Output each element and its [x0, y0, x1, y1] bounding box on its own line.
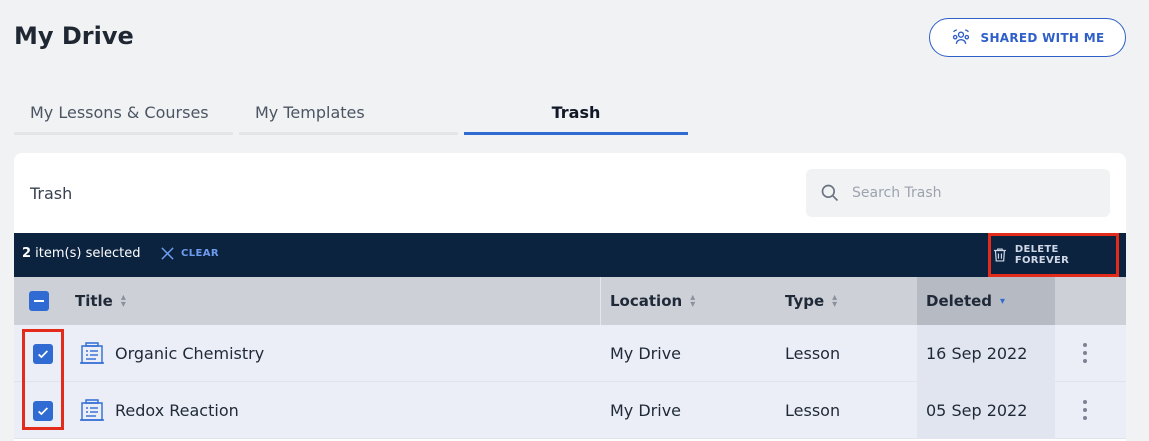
select-all-checkbox[interactable] — [29, 291, 49, 311]
delete-forever-label: DELETE FOREVER — [1014, 244, 1070, 266]
row-checkbox[interactable] — [33, 401, 53, 421]
delete-forever-button[interactable]: DELETE FOREVER — [988, 233, 1119, 277]
row-deleted-date: 05 Sep 2022 — [926, 401, 1028, 420]
shared-with-me-label: SHARED WITH ME — [980, 30, 1105, 45]
row-deleted-date: 16 Sep 2022 — [926, 344, 1028, 363]
trash-panel: Trash 2 item(s) selected CLEAR DELETE FO… — [14, 153, 1126, 441]
column-header-title[interactable]: Title ▴ ▾ — [75, 277, 126, 325]
lesson-icon — [80, 399, 104, 421]
selected-count-suffix: item(s) selected — [31, 246, 141, 261]
row-title[interactable]: Redox Reaction — [115, 382, 239, 439]
row-location: My Drive — [610, 401, 682, 420]
row-checkbox[interactable] — [33, 344, 53, 364]
row-type: Lesson — [785, 344, 841, 363]
clear-label: CLEAR — [181, 248, 219, 259]
table-row[interactable]: Organic Chemistry My Drive Lesson 16 Sep… — [14, 325, 1126, 382]
sort-desc-icon: ▾ — [1000, 295, 1006, 307]
tab-label: Trash — [551, 103, 601, 122]
column-header-type[interactable]: Type ▴ ▾ — [785, 277, 837, 325]
column-header-location[interactable]: Location ▴ ▾ — [610, 277, 695, 325]
selection-count: 2 item(s) selected — [22, 246, 140, 261]
search-box[interactable] — [806, 169, 1110, 217]
table-header: Title ▴ ▾ Location ▴ ▾ Type ▴ ▾ Deleted ▾ — [14, 277, 1126, 325]
lesson-icon — [80, 342, 104, 364]
column-header-deleted[interactable]: Deleted ▾ — [917, 277, 1055, 325]
tab-label: My Lessons & Courses — [30, 103, 209, 122]
sort-icon: ▴ ▾ — [120, 292, 126, 310]
close-icon — [161, 247, 174, 260]
tab-label: My Templates — [255, 103, 365, 122]
selected-count-number: 2 — [22, 246, 32, 261]
row-type: Lesson — [785, 401, 841, 420]
checkmark-icon — [38, 407, 49, 416]
tab-trash[interactable]: Trash — [464, 97, 688, 135]
column-type-label: Type — [785, 292, 825, 310]
row-title[interactable]: Organic Chemistry — [115, 325, 264, 382]
selection-bar: 2 item(s) selected CLEAR DELETE FOREVER — [14, 233, 1126, 277]
checkmark-icon — [38, 350, 49, 359]
column-deleted-label: Deleted — [926, 292, 993, 310]
more-options-icon[interactable] — [1082, 400, 1088, 420]
tab-my-templates[interactable]: My Templates — [239, 97, 458, 135]
shared-with-me-button[interactable]: SHARED WITH ME — [929, 18, 1126, 57]
search-input[interactable] — [852, 185, 1092, 201]
column-title-label: Title — [75, 292, 113, 310]
sort-icon: ▴ ▾ — [832, 292, 838, 310]
page-title: My Drive — [14, 22, 134, 50]
table-row[interactable]: Redox Reaction My Drive Lesson 05 Sep 20… — [14, 382, 1126, 439]
clear-selection-button[interactable]: CLEAR — [160, 246, 219, 261]
row-location: My Drive — [610, 344, 682, 363]
column-location-label: Location — [610, 292, 683, 310]
more-options-icon[interactable] — [1082, 343, 1088, 363]
trash-icon — [993, 248, 1006, 262]
people-sharing-icon — [952, 28, 969, 44]
search-icon — [821, 184, 839, 202]
panel-title: Trash — [30, 184, 73, 203]
tab-my-lessons-courses[interactable]: My Lessons & Courses — [14, 97, 233, 135]
sort-icon: ▴ ▾ — [690, 292, 696, 310]
